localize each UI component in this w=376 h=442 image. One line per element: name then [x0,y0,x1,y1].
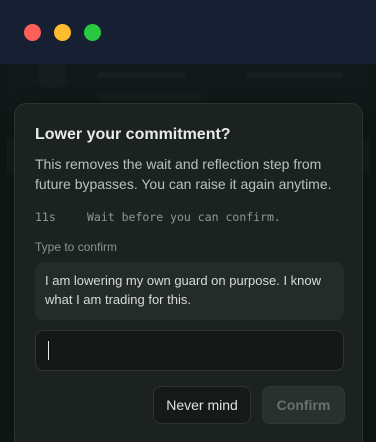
timer-count: 11s [35,210,56,224]
never-mind-button[interactable]: Never mind [153,386,251,424]
wait-timer: 11s Wait before you can confirm. [35,210,349,224]
dialog-description: This removes the wait and reflection ste… [35,156,332,192]
dialog-title: Lower your commitment? [35,126,231,143]
confirm-phrase: I am lowering my own guard on purpose. I… [35,262,344,320]
close-window-button[interactable] [24,24,41,41]
maximize-window-button[interactable] [84,24,101,41]
app-window: Lower your commitment? This removes the … [0,0,376,442]
lower-commitment-dialog: Lower your commitment? This removes the … [14,103,363,442]
confirm-phrase-input[interactable] [35,330,344,371]
timer-message: Wait before you can confirm. [87,210,281,224]
text-caret [48,341,49,360]
confirm-button[interactable]: Confirm [262,386,345,424]
type-to-confirm-label: Type to confirm [35,240,118,254]
title-bar [0,0,376,64]
minimize-window-button[interactable] [54,24,71,41]
